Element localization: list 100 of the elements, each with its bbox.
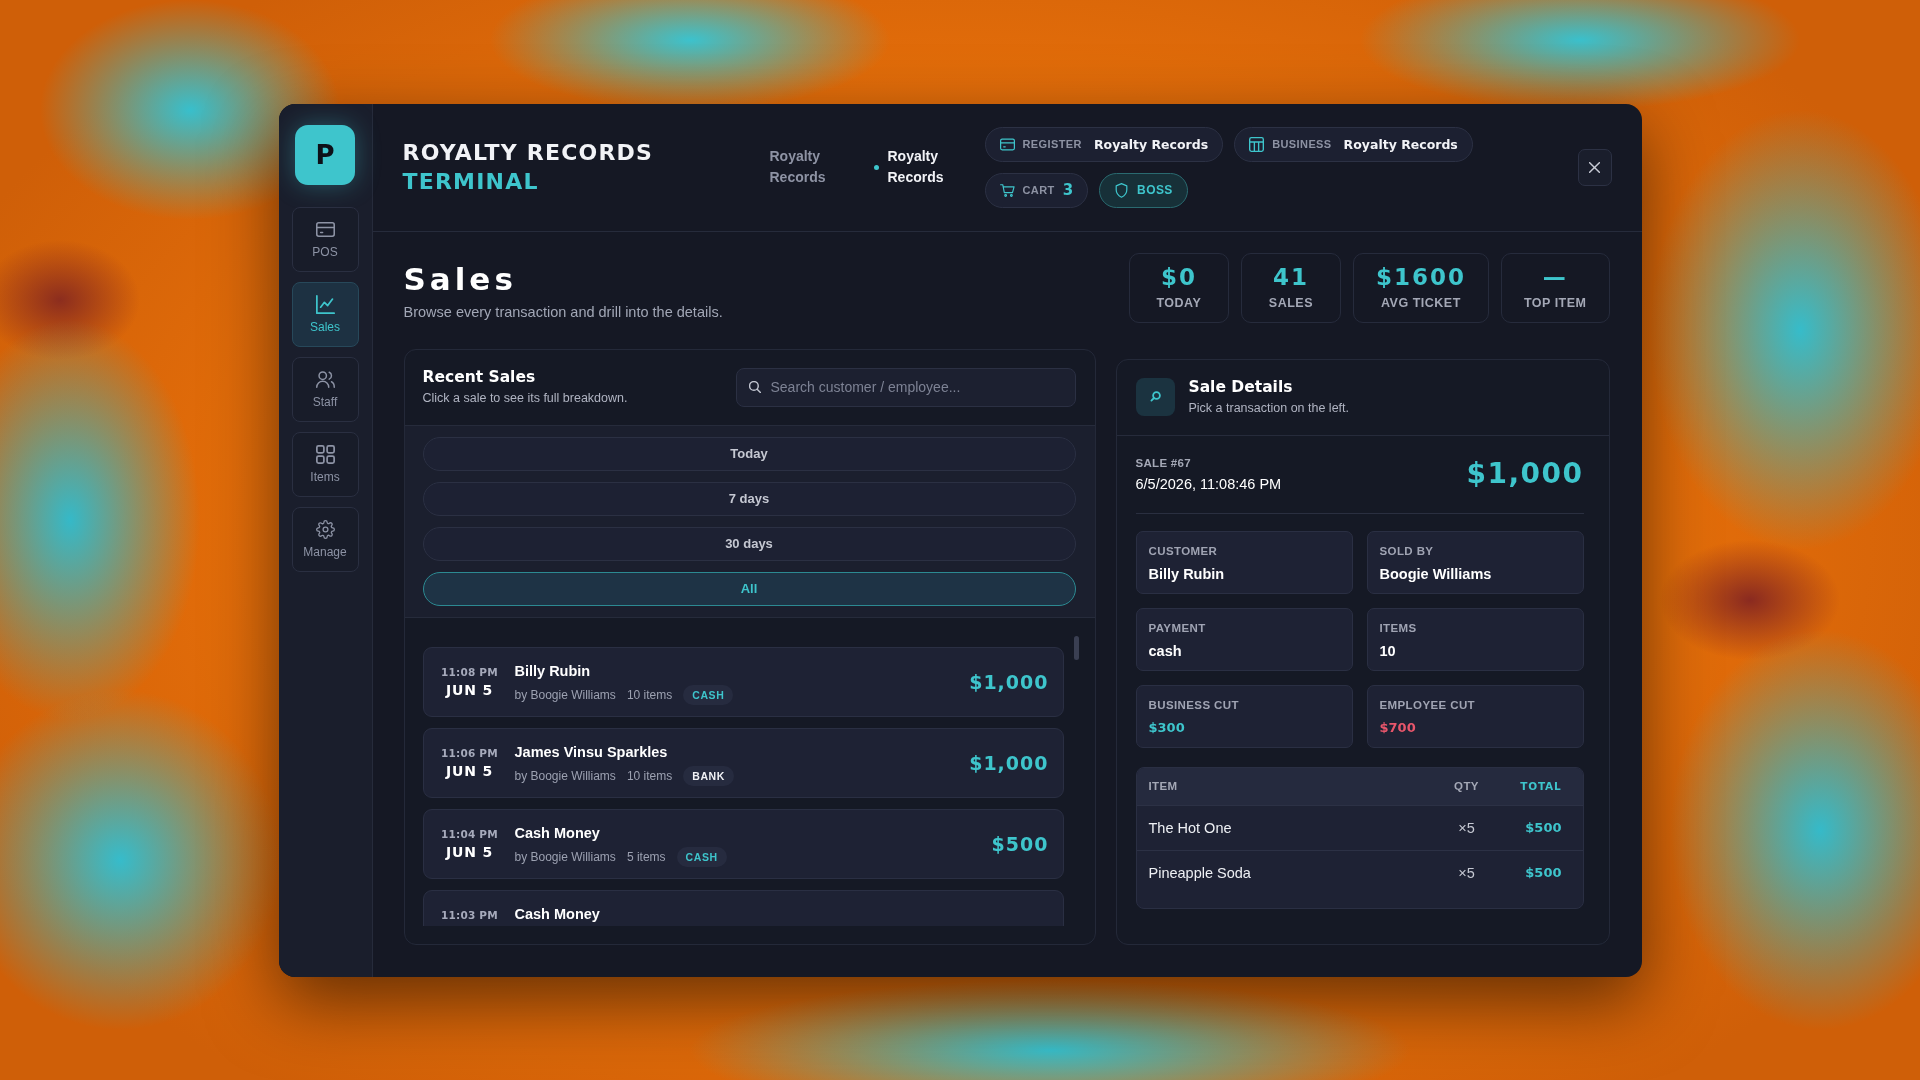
chart-icon [315,294,335,314]
search-icon [748,380,761,393]
detail-value: 10 [1379,641,1396,660]
page-title: Sales [403,261,517,296]
close-icon [1589,161,1600,173]
detail-label: PAYMENT [1148,620,1206,635]
filter-button[interactable]: 7 days [422,481,1076,516]
building-icon [1249,136,1265,152]
stat-value: 41 [1272,264,1309,290]
detail-label: EMPLOYEE CUT [1379,697,1476,712]
nav-item[interactable]: Items [291,431,359,497]
search-icon [1135,378,1175,416]
stat-value: $1600 [1375,264,1466,290]
sale-amount: $1,000 [969,750,1049,775]
grid-icon [315,444,335,464]
column-header: TOTAL [1520,780,1562,792]
nav-item[interactable]: POS [291,206,359,272]
cart-icon [999,182,1015,198]
card-icon [315,219,335,239]
filter-button[interactable]: 30 days [422,526,1076,561]
filter-button[interactable]: All [422,571,1076,606]
detail-value: $700 [1379,718,1416,737]
detail-value: $300 [1148,718,1185,737]
page-subtitle: Browse every transaction and drill into the details. [403,302,723,321]
seller-name: by Boogie Williams [514,849,616,864]
filter-button[interactable]: Today [422,436,1076,471]
nav-item[interactable]: Sales [291,281,359,347]
settings-icon [315,519,335,539]
detail-value: cash [1148,641,1182,660]
sale-date: JUN 5 [446,681,493,699]
detail-value: Billy Rubin [1148,564,1225,583]
sale-card[interactable]: 11:08 PM JUN 5 Billy Rubin by Boogie Williams 10 items CASH $1,000 [422,646,1064,717]
chip-value: Royalty Records [1093,136,1209,152]
cart-count: 3 [1062,181,1074,199]
sale-time: 11:06 PM [441,746,498,760]
dot-icon [873,164,879,170]
detail-label: ITEMS [1379,620,1417,635]
payment-badge: CASH [683,684,734,705]
sale-total: $1,000 [1466,457,1584,491]
app-title: ROYALTY RECORDS [402,140,654,165]
detail-label: CUSTOMER [1148,543,1218,558]
stat-label: AVG TICKET [1381,296,1461,311]
detail-label: BUSINESS CUT [1148,697,1239,712]
chip-value: Royalty Records [1343,136,1458,152]
item-count: 10 items [626,687,673,702]
sale-card[interactable]: 11:03 PM Cash Money [422,889,1064,926]
sale-time: 11:04 PM [441,827,498,841]
item-count: 5 items [626,849,666,864]
customer-name: James Vinsu Sparkles [514,742,668,761]
sale-date: JUN 5 [446,762,493,780]
app-subtitle: TERMINAL [402,169,539,194]
sale-number: SALE #67 [1135,455,1191,470]
sale-card[interactable]: 11:04 PM JUN 5 Cash Money by Boogie Williams 5 items CASH $500 [422,808,1064,879]
stat-value: — [1542,264,1568,290]
shield-icon [1114,182,1130,198]
chip-label: BOSS [1137,183,1173,197]
close-button[interactable] [1577,148,1612,186]
sale-card[interactable]: 11:06 PM JUN 5 James Vinsu Sparkles by Boogie Williams 10 items BANK $1,000 [422,727,1064,798]
users-icon [315,369,335,389]
table-cell: Pineapple Soda [1148,864,1251,881]
table-cell: ×5 [1458,864,1475,881]
payment-badge: BANK [683,765,734,786]
table-cell: $500 [1525,865,1562,880]
sale-datetime: 6/5/2026, 11:08:46 PM [1135,474,1282,493]
detail-label: SOLD BY [1379,543,1434,558]
chip-label: CART [1022,184,1055,196]
nav-item[interactable]: Staff [291,356,359,422]
payment-badge: CASH [676,846,727,867]
table-cell: $500 [1525,820,1562,835]
card-icon [999,136,1015,152]
nav-item[interactable]: Manage [291,506,359,572]
table-cell: ×5 [1458,819,1475,836]
stat-label: TOP ITEM [1523,296,1587,311]
search-field[interactable]: Search customer / employee... [735,367,1076,407]
stat-label: SALES [1268,296,1313,311]
sale-time: 11:03 PM [441,908,498,922]
item-count: 10 items [626,768,673,783]
sale-time: 11:08 PM [441,665,498,679]
sale-amount: $500 [991,831,1049,856]
header-link[interactable]: Royalty Records [873,146,952,188]
column-header: QTY [1454,780,1479,792]
panel-title: Sale Details [1188,378,1293,397]
table-cell: The Hot One [1148,819,1232,836]
column-header: ITEM [1148,780,1178,792]
panel-subtitle: Pick a transaction on the left. [1188,401,1349,416]
app-logo: P [295,124,355,185]
scrollbar-thumb[interactable] [1073,635,1079,660]
seller-name: by Boogie Williams [514,768,616,783]
seller-name: by Boogie Williams [514,687,616,702]
chip-label: BUSINESS [1272,138,1332,150]
customer-name: Cash Money [514,823,600,842]
panel-subtitle: Click a sale to see its full breakdown. [422,391,628,406]
detail-value: Boogie Williams [1379,564,1492,583]
panel-title: Recent Sales [422,368,536,387]
customer-name: Cash Money [514,904,600,923]
customer-name: Billy Rubin [514,661,591,680]
header-link[interactable]: Royalty Records [769,146,834,188]
sale-amount: $1,000 [969,669,1049,694]
chip-label: REGISTER [1022,138,1082,150]
sale-date: JUN 5 [446,843,493,861]
